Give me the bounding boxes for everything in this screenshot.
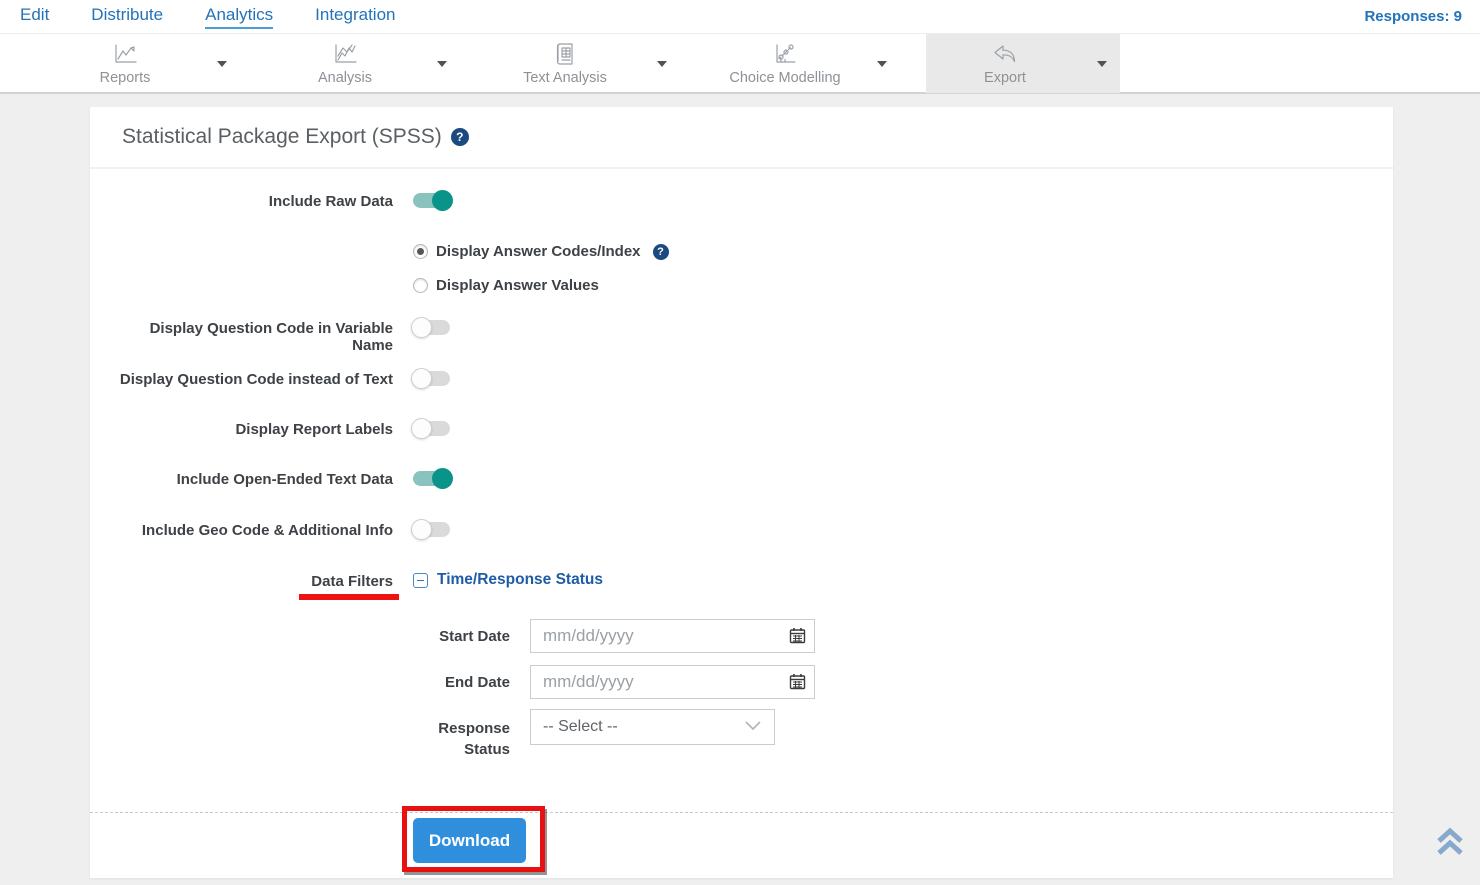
chevron-down-icon bbox=[217, 61, 227, 67]
nav-item-integration[interactable]: Integration bbox=[315, 5, 395, 29]
tab-reports-main[interactable]: Reports bbox=[46, 34, 204, 93]
chevron-down-icon bbox=[657, 61, 667, 67]
display-report-labels-toggle[interactable] bbox=[413, 418, 451, 439]
tab-choice-modelling[interactable]: Choice Modelling bbox=[706, 34, 900, 93]
radio-display-answer-codes[interactable]: Display Answer Codes/Index ? bbox=[413, 243, 669, 260]
end-date-label: End Date bbox=[390, 674, 510, 691]
tab-reports-label: Reports bbox=[100, 70, 151, 86]
response-status-label: Response Status bbox=[430, 718, 510, 760]
top-navigation: Edit Distribute Analytics Integration Re… bbox=[0, 0, 1480, 33]
export-arrow-icon bbox=[991, 41, 1019, 67]
scatter-chart-icon bbox=[772, 41, 798, 67]
tab-reports[interactable]: Reports bbox=[46, 34, 240, 93]
chevron-down-icon bbox=[744, 718, 762, 736]
chevron-down-icon bbox=[877, 61, 887, 67]
tab-export-label: Export bbox=[984, 70, 1026, 86]
calendar-icon[interactable] bbox=[789, 673, 806, 695]
start-date-input[interactable] bbox=[530, 619, 815, 653]
red-underline-annotation bbox=[299, 594, 399, 600]
question-code-instead-text-label: Display Question Code instead of Text bbox=[110, 371, 393, 388]
radio-button-icon[interactable] bbox=[413, 278, 428, 293]
tab-text-analysis-label: Text Analysis bbox=[523, 70, 607, 86]
tab-analysis-label: Analysis bbox=[318, 70, 372, 86]
include-raw-data-label: Include Raw Data bbox=[110, 193, 393, 210]
include-open-ended-label: Include Open-Ended Text Data bbox=[110, 471, 393, 488]
response-status-select[interactable]: -- Select -- bbox=[530, 709, 775, 745]
download-button[interactable]: Download bbox=[413, 818, 526, 863]
tab-analysis-main[interactable]: Analysis bbox=[266, 34, 424, 93]
toggle-knob bbox=[411, 418, 432, 439]
tab-choice-modelling-main[interactable]: Choice Modelling bbox=[706, 34, 864, 93]
toggle-knob bbox=[432, 190, 453, 211]
help-icon[interactable]: ? bbox=[451, 128, 469, 146]
card-header: Statistical Package Export (SPSS) ? bbox=[90, 107, 1393, 169]
tab-choice-modelling-label: Choice Modelling bbox=[729, 70, 840, 86]
radio-display-answer-values[interactable]: Display Answer Values bbox=[413, 277, 599, 294]
nav-item-distribute[interactable]: Distribute bbox=[91, 5, 163, 29]
chevron-down-icon bbox=[437, 61, 447, 67]
response-status-label-line2: Status bbox=[430, 739, 510, 760]
toggle-knob bbox=[411, 519, 432, 540]
include-open-ended-toggle[interactable] bbox=[413, 468, 451, 489]
app-viewport: Edit Distribute Analytics Integration Re… bbox=[0, 0, 1480, 885]
responses-count: Responses: 9 bbox=[1364, 8, 1462, 25]
question-code-variable-name-toggle[interactable] bbox=[413, 317, 451, 338]
start-date-field bbox=[530, 619, 815, 653]
tab-choice-modelling-dropdown[interactable] bbox=[864, 34, 900, 93]
nav-item-edit[interactable]: Edit bbox=[20, 5, 49, 29]
include-geo-code-toggle[interactable] bbox=[413, 519, 451, 540]
page-title: Statistical Package Export (SPSS) bbox=[122, 125, 442, 149]
tab-export-main[interactable]: Export bbox=[926, 34, 1084, 93]
tab-export-dropdown[interactable] bbox=[1084, 34, 1120, 93]
nav-item-analytics[interactable]: Analytics bbox=[205, 5, 273, 29]
toggle-knob bbox=[411, 368, 432, 389]
tab-text-analysis-dropdown[interactable] bbox=[644, 34, 680, 93]
include-geo-code-label: Include Geo Code & Additional Info bbox=[110, 522, 393, 539]
start-date-label: Start Date bbox=[390, 628, 510, 645]
response-status-value: -- Select -- bbox=[543, 718, 744, 736]
analytics-toolbar: Reports Analysis Text Analysis bbox=[0, 33, 1480, 94]
calendar-icon[interactable] bbox=[789, 627, 806, 649]
time-response-status-label: Time/Response Status bbox=[437, 571, 603, 589]
tab-analysis[interactable]: Analysis bbox=[266, 34, 460, 93]
end-date-input[interactable] bbox=[530, 665, 815, 699]
tab-text-analysis-main[interactable]: Text Analysis bbox=[486, 34, 644, 93]
question-code-instead-text-toggle[interactable] bbox=[413, 368, 451, 389]
double-chevron-up-icon bbox=[1434, 826, 1466, 860]
collapse-minus-icon[interactable] bbox=[413, 573, 428, 588]
export-settings-card: Statistical Package Export (SPSS) ? Incl… bbox=[90, 107, 1393, 878]
top-nav-items: Edit Distribute Analytics Integration bbox=[0, 5, 395, 29]
scroll-to-top-button[interactable] bbox=[1433, 824, 1467, 862]
response-status-label-line1: Response bbox=[430, 718, 510, 739]
toggle-knob bbox=[411, 317, 432, 338]
chevron-down-icon bbox=[1097, 61, 1107, 67]
radio-display-answer-values-label: Display Answer Values bbox=[436, 277, 599, 294]
tab-text-analysis[interactable]: Text Analysis bbox=[486, 34, 680, 93]
tab-analysis-dropdown[interactable] bbox=[424, 34, 460, 93]
help-icon[interactable]: ? bbox=[653, 244, 669, 260]
include-raw-data-toggle[interactable] bbox=[413, 190, 451, 211]
toggle-knob bbox=[432, 468, 453, 489]
radio-button-icon[interactable] bbox=[413, 244, 428, 259]
document-table-icon bbox=[553, 41, 577, 67]
time-response-status-section[interactable]: Time/Response Status bbox=[413, 571, 603, 589]
multi-line-chart-icon bbox=[332, 41, 358, 67]
line-chart-icon bbox=[112, 41, 138, 67]
radio-display-answer-codes-label: Display Answer Codes/Index bbox=[436, 243, 641, 260]
data-filters-label: Data Filters bbox=[110, 573, 393, 590]
end-date-field bbox=[530, 665, 815, 699]
dashed-separator bbox=[90, 812, 1393, 813]
question-code-variable-name-label: Display Question Code in Variable Name bbox=[110, 320, 393, 354]
display-report-labels-label: Display Report Labels bbox=[110, 421, 393, 438]
tab-export[interactable]: Export bbox=[926, 34, 1120, 93]
tab-reports-dropdown[interactable] bbox=[204, 34, 240, 93]
